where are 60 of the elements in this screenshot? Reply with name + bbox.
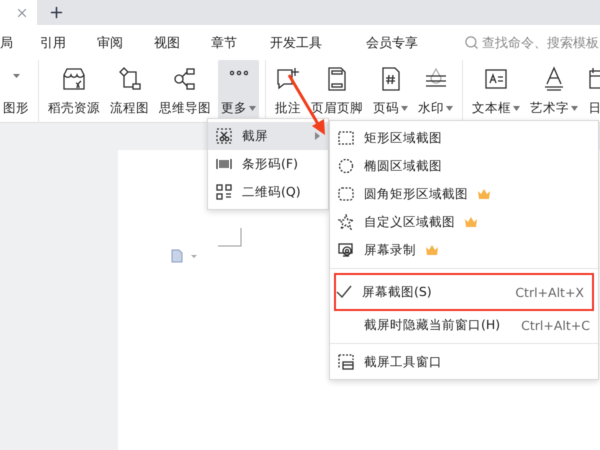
crown-icon: [465, 217, 477, 227]
search-field[interactable]: 查找命令、搜索模板: [464, 34, 599, 52]
qr-code-icon: [216, 184, 232, 200]
ribbon-button[interactable]: 稻壳资源: [45, 60, 103, 122]
menu-item[interactable]: 屏幕截图(S) Ctrl+Alt+X: [334, 273, 594, 311]
star-select-icon: [338, 214, 354, 230]
ribbon-button[interactable]: 页眉页脚: [308, 60, 366, 122]
caret-icon: [249, 106, 256, 111]
corner-mark-drawing: [218, 228, 242, 248]
caret-icon: [446, 106, 453, 111]
caret-icon: [12, 74, 20, 78]
ribbon-button[interactable]: 流程图: [107, 60, 152, 122]
caret-icon: [401, 106, 408, 111]
menu-tab[interactable]: 引用: [40, 34, 66, 52]
screenshot-tool-icon: [338, 354, 354, 370]
crown-icon: [478, 189, 490, 199]
scissors-icon: [216, 128, 232, 144]
shop-icon: [61, 66, 87, 92]
ribbon-button[interactable]: 图形: [0, 60, 32, 122]
pointer-arrow: [288, 74, 326, 136]
menu-item[interactable]: 椭圆区域截图: [330, 152, 598, 180]
checkmark-icon: [336, 285, 352, 299]
menu-tab[interactable]: 开发工具: [270, 34, 322, 52]
ribbon-button[interactable]: 页码: [370, 60, 411, 122]
menu-item[interactable]: 截屏工具窗口: [330, 348, 598, 376]
rectangle-select-icon: [338, 130, 354, 146]
caret-icon: [571, 106, 578, 111]
rounded-rectangle-select-icon: [338, 186, 354, 202]
comment-icon: [275, 66, 301, 92]
menu-item[interactable]: 圆角矩形区域截图: [330, 180, 598, 208]
menu-tab[interactable]: 会员专享: [366, 34, 418, 52]
new-tab-button[interactable]: [48, 4, 65, 21]
crown-icon: [426, 245, 438, 255]
ribbon-button[interactable]: 日: [585, 60, 600, 122]
barcode-icon: [216, 156, 232, 172]
submenu-arrow-icon: [315, 132, 320, 140]
menu-tab[interactable]: 章节: [211, 34, 237, 52]
screen-record-icon: [338, 242, 354, 258]
menu-item[interactable]: 截屏: [208, 122, 328, 150]
menu-item[interactable]: 二维码(Q): [208, 178, 328, 206]
menu-item[interactable]: 屏幕录制: [330, 236, 598, 264]
menu-tab[interactable]: 视图: [154, 34, 180, 52]
menu-item[interactable]: 自定义区域截图: [330, 208, 598, 236]
ribbon-button[interactable]: 艺术字: [527, 60, 581, 122]
ribbon-button[interactable]: 文本框: [469, 60, 523, 122]
flowchart-icon: [116, 66, 142, 92]
more-icon: [230, 70, 248, 76]
ellipse-select-icon: [338, 158, 354, 174]
menu-item[interactable]: 条形码(F): [208, 150, 328, 178]
close-tab-button[interactable]: [0, 0, 37, 25]
paragraph-icon: [170, 249, 198, 263]
search-icon: [464, 35, 479, 50]
menu-item[interactable]: 截屏时隐藏当前窗口(H) Ctrl+Alt+C: [330, 311, 598, 339]
ribbon-button[interactable]: 思维导图: [156, 60, 214, 122]
menu-item[interactable]: 矩形区域截图: [330, 124, 598, 152]
caret-icon: [513, 106, 520, 111]
ribbon-button[interactable]: 水印: [415, 60, 456, 122]
ribbon-button[interactable]: 批注: [272, 60, 304, 122]
menu-tab[interactable]: 审阅: [97, 34, 123, 52]
menu-tab[interactable]: 局: [0, 34, 13, 52]
